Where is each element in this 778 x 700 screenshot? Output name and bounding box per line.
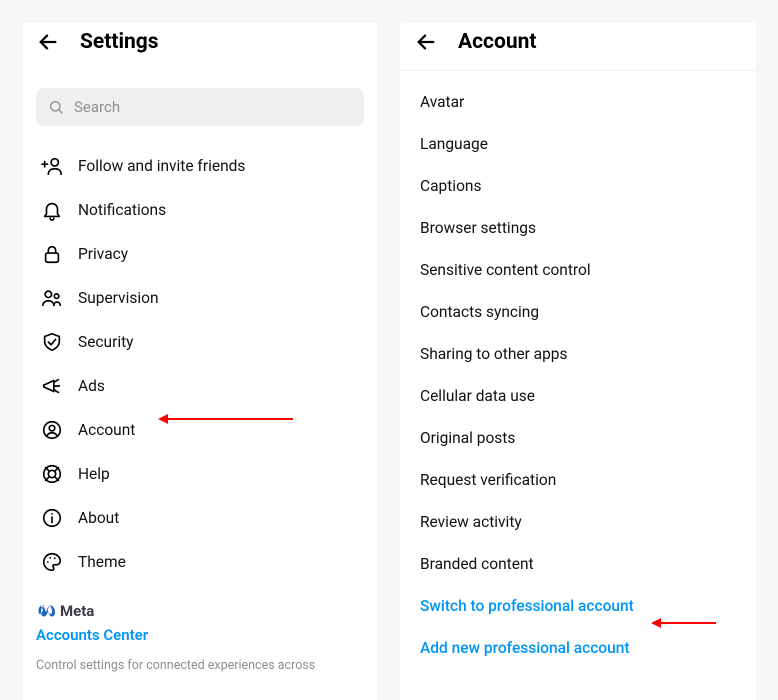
account-item-avatar[interactable]: Avatar [400,81,756,123]
meta-brand-text: Meta [60,602,94,620]
search-placeholder: Search [74,98,120,116]
arrow-left-icon [415,31,437,53]
meta-brand: Meta [36,602,364,620]
menu-label: Account [78,421,135,439]
search-icon [48,99,64,115]
menu-item-ads[interactable]: Ads [22,364,378,408]
megaphone-icon [40,374,64,398]
account-item-review-activity[interactable]: Review activity [400,501,756,543]
account-title: Account [458,30,536,54]
bell-icon [40,198,64,222]
divider [400,70,756,71]
account-item-language[interactable]: Language [400,123,756,165]
user-circle-icon [40,418,64,442]
meta-block: Meta Accounts Center [22,588,378,648]
account-item-sharing[interactable]: Sharing to other apps [400,333,756,375]
account-panel: Account Avatar Language Captions Browser… [400,22,756,700]
settings-header: Settings [22,22,378,70]
settings-menu: Follow and invite friends Notifications … [22,140,378,588]
menu-label: Security [78,333,134,351]
account-header: Account [400,22,756,70]
lock-icon [40,242,64,266]
account-item-sensitive-content[interactable]: Sensitive content control [400,249,756,291]
menu-item-supervision[interactable]: Supervision [22,276,378,320]
arrow-left-icon [37,31,59,53]
account-item-request-verification[interactable]: Request verification [400,459,756,501]
menu-label: Notifications [78,201,166,219]
menu-label: Privacy [78,245,128,263]
menu-item-notifications[interactable]: Notifications [22,188,378,232]
account-item-switch-professional[interactable]: Switch to professional account [400,585,756,627]
menu-item-theme[interactable]: Theme [22,540,378,584]
meta-logo-icon [36,604,56,618]
menu-label: Help [78,465,110,483]
account-list: Avatar Language Captions Browser setting… [400,77,756,673]
menu-label: About [78,509,119,527]
menu-item-security[interactable]: Security [22,320,378,364]
account-item-cellular-data[interactable]: Cellular data use [400,375,756,417]
account-item-captions[interactable]: Captions [400,165,756,207]
account-item-branded-content[interactable]: Branded content [400,543,756,585]
settings-panel: Settings Search Follow and invite friend… [22,22,378,700]
back-button[interactable] [34,28,62,56]
menu-item-privacy[interactable]: Privacy [22,232,378,276]
menu-label: Supervision [78,289,159,307]
settings-title: Settings [80,30,159,54]
palette-icon [40,550,64,574]
menu-item-help[interactable]: Help [22,452,378,496]
back-button[interactable] [412,28,440,56]
account-item-add-professional[interactable]: Add new professional account [400,627,756,669]
annotation-arrow [656,622,716,624]
meta-description: Control settings for connected experienc… [22,658,378,681]
menu-item-about[interactable]: About [22,496,378,540]
account-item-contacts-syncing[interactable]: Contacts syncing [400,291,756,333]
info-icon [40,506,64,530]
search-input[interactable]: Search [36,88,364,126]
menu-label: Ads [78,377,105,395]
annotation-arrow [163,418,293,420]
add-friend-icon [40,154,64,178]
people-icon [40,286,64,310]
menu-item-account[interactable]: Account [22,408,378,452]
menu-label: Theme [78,553,126,571]
lifebuoy-icon [40,462,64,486]
account-item-browser-settings[interactable]: Browser settings [400,207,756,249]
menu-item-follow-invite[interactable]: Follow and invite friends [22,144,378,188]
menu-label: Follow and invite friends [78,157,245,175]
accounts-center-link[interactable]: Accounts Center [36,626,364,644]
shield-icon [40,330,64,354]
account-item-original-posts[interactable]: Original posts [400,417,756,459]
